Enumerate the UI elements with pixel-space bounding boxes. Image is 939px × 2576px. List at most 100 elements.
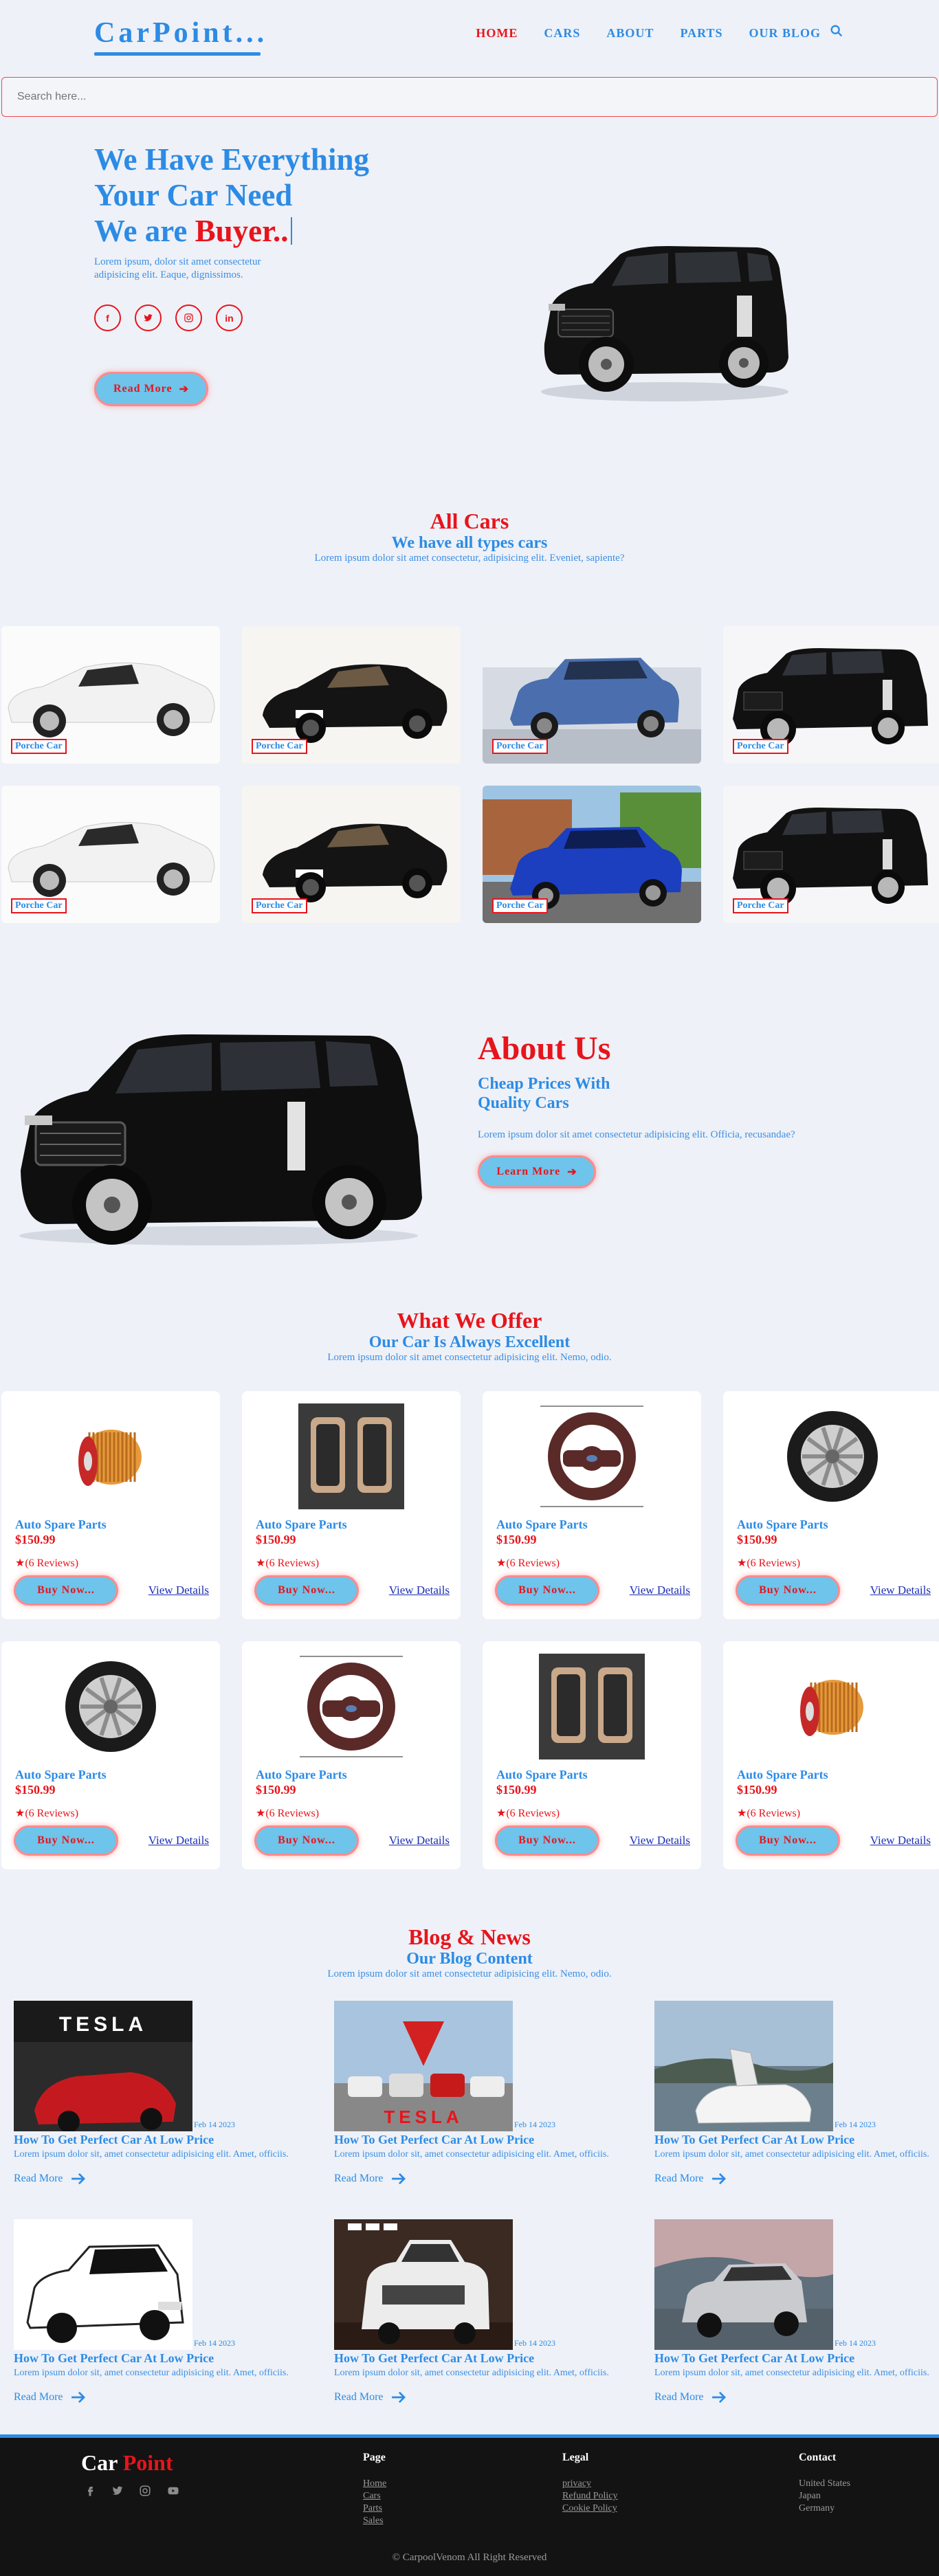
view-details-link[interactable]: View Details [389, 1834, 450, 1847]
twitter-icon[interactable] [111, 2485, 124, 2497]
car-card[interactable]: Porche Car [723, 786, 939, 923]
buy-now-button[interactable]: Buy Now... [736, 1825, 840, 1856]
car-label[interactable]: Porche Car [11, 739, 67, 754]
car-card[interactable]: Porche Car [723, 626, 939, 764]
site-logo[interactable]: CarPoint... [94, 16, 267, 49]
nav-cars[interactable]: CARS [544, 26, 580, 41]
view-details-link[interactable]: View Details [870, 1834, 931, 1847]
nav-blog[interactable]: OUR BLOG [749, 26, 821, 41]
blog-card[interactable]: Feb 14 2023 How To Get Perfect Car At Low… [654, 2001, 939, 2185]
read-more-link[interactable]: Read More [334, 2173, 623, 2185]
instagram-icon[interactable] [139, 2485, 151, 2497]
car-label[interactable]: Porche Car [733, 898, 788, 913]
blog-post-title[interactable]: How To Get Perfect Car At Low Price [654, 2351, 939, 2366]
footer-link-cars[interactable]: Cars [363, 2490, 386, 2502]
car-label[interactable]: Porche Car [492, 739, 548, 754]
car-card[interactable]: Porche Car [1, 786, 220, 923]
product-card[interactable]: Auto Spare Parts $150.99 ★(6 Reviews) Buy N… [723, 1391, 939, 1619]
blog-post-text: Lorem ipsum dolor sit, amet consectetur … [654, 2149, 929, 2159]
car-card[interactable]: Porche Car [242, 626, 461, 764]
blog-card[interactable]: TESLA Feb 14 2023 How To Get Perfect Car A… [14, 2001, 302, 2185]
read-more-label: Read More [14, 2173, 63, 2184]
product-card[interactable]: Auto Spare Parts $150.99 ★(6 Reviews) Buy N… [723, 1641, 939, 1869]
blog-image[interactable] [654, 2001, 833, 2131]
read-more-link[interactable]: Read More [334, 2391, 623, 2403]
blog-post-title[interactable]: How To Get Perfect Car At Low Price [14, 2351, 302, 2366]
footer-link-home[interactable]: Home [363, 2478, 386, 2490]
blog-image[interactable] [334, 2219, 513, 2350]
view-details-link[interactable]: View Details [389, 1584, 450, 1597]
footer-logo[interactable]: Car Point [81, 2450, 173, 2476]
product-card[interactable]: Auto Spare Parts $150.99 ★(6 Reviews) Buy N… [242, 1641, 461, 1869]
youtube-icon[interactable] [166, 2485, 180, 2497]
facebook-icon[interactable]: f [94, 304, 121, 331]
read-more-link[interactable]: Read More [654, 2391, 939, 2403]
nav-home[interactable]: HOME [476, 26, 518, 41]
buy-now-button[interactable]: Buy Now... [254, 1825, 359, 1856]
buy-now-button[interactable]: Buy Now... [495, 1575, 599, 1606]
blog-image[interactable] [654, 2219, 833, 2350]
footer-link-sales[interactable]: Sales [363, 2515, 386, 2527]
blog-image-wrap: TESLA Feb 14 2023 [14, 2001, 302, 2131]
product-name: Auto Spare Parts [15, 1518, 107, 1531]
nav-parts[interactable]: PARTS [680, 26, 722, 41]
blog-image[interactable] [14, 2219, 192, 2350]
learn-more-button[interactable]: Learn More ➔ [478, 1155, 596, 1188]
footer-link-cookie[interactable]: Cookie Policy [562, 2502, 618, 2515]
blog-post-title[interactable]: How To Get Perfect Car At Low Price [334, 2133, 623, 2147]
linkedin-icon[interactable]: in [216, 304, 243, 331]
product-card[interactable]: Auto Spare Parts $150.99 ★(6 Reviews) Buy N… [1, 1391, 220, 1619]
view-details-link[interactable]: View Details [148, 1584, 209, 1597]
buy-now-button[interactable]: Buy Now... [14, 1575, 118, 1606]
blog-image[interactable]: TESLA [334, 2001, 513, 2131]
blog-card[interactable]: Feb 14 2023 How To Get Perfect Car At Low… [14, 2219, 302, 2403]
offer-subtitle: Our Car Is Always Excellent [368, 1333, 571, 1351]
car-card[interactable]: Porche Car [1, 626, 220, 764]
buy-now-button[interactable]: Buy Now... [254, 1575, 359, 1606]
car-label[interactable]: Porche Car [252, 898, 307, 913]
blog-post-title[interactable]: How To Get Perfect Car At Low Price [14, 2133, 302, 2147]
blog-image[interactable]: TESLA [14, 2001, 192, 2131]
footer-link-privacy[interactable]: privacy [562, 2478, 618, 2490]
read-more-label: Read More [654, 2391, 704, 2403]
product-card[interactable]: Auto Spare Parts $150.99 ★(6 Reviews) Buy N… [483, 1391, 701, 1619]
blog-card[interactable]: TESLA Feb 14 2023 How To Get Perfect Car A… [334, 2001, 623, 2185]
buy-now-button[interactable]: Buy Now... [14, 1825, 118, 1856]
product-price: $150.99 [496, 1783, 537, 1797]
twitter-icon[interactable] [135, 304, 162, 331]
car-label[interactable]: Porche Car [733, 739, 788, 754]
footer-link-parts[interactable]: Parts [363, 2502, 386, 2515]
read-more-link[interactable]: Read More [14, 2391, 302, 2403]
footer-link-refund[interactable]: Refund Policy [562, 2490, 618, 2502]
footer-page-column: Page Home Cars Parts Sales [363, 2452, 386, 2527]
buy-now-button[interactable]: Buy Now... [736, 1575, 840, 1606]
view-details-link[interactable]: View Details [870, 1584, 931, 1597]
car-label[interactable]: Porche Car [252, 739, 307, 754]
facebook-icon[interactable] [84, 2485, 96, 2497]
product-card[interactable]: Auto Spare Parts $150.99 ★(6 Reviews) Buy N… [1, 1641, 220, 1869]
blog-card[interactable]: Feb 14 2023 How To Get Perfect Car At Low… [334, 2219, 623, 2403]
view-details-link[interactable]: View Details [630, 1834, 690, 1847]
review-count: (6 Reviews) [747, 1808, 801, 1819]
car-label[interactable]: Porche Car [11, 898, 67, 913]
read-more-link[interactable]: Read More [14, 2173, 302, 2185]
product-price: $150.99 [15, 1533, 56, 1546]
blog-card[interactable]: Feb 14 2023 How To Get Perfect Car At Low… [654, 2219, 939, 2403]
car-card[interactable]: Porche Car [242, 786, 461, 923]
search-icon[interactable] [829, 23, 844, 38]
view-details-link[interactable]: View Details [630, 1584, 690, 1597]
product-card[interactable]: Auto Spare Parts $150.99 ★(6 Reviews) Buy N… [242, 1391, 461, 1619]
car-card[interactable]: Porche Car [483, 786, 701, 923]
read-more-button[interactable]: Read More ➔ [94, 372, 208, 406]
nav-about[interactable]: ABOUT [606, 26, 654, 41]
read-more-link[interactable]: Read More [654, 2173, 939, 2185]
car-card[interactable]: Porche Car [483, 626, 701, 764]
instagram-icon[interactable] [175, 304, 202, 331]
car-label[interactable]: Porche Car [492, 898, 548, 913]
product-card[interactable]: Auto Spare Parts $150.99 ★(6 Reviews) Buy N… [483, 1641, 701, 1869]
car-seat-icon [539, 1654, 645, 1759]
view-details-link[interactable]: View Details [148, 1834, 209, 1847]
blog-post-title[interactable]: How To Get Perfect Car At Low Price [654, 2133, 939, 2147]
blog-post-title[interactable]: How To Get Perfect Car At Low Price [334, 2351, 623, 2366]
buy-now-button[interactable]: Buy Now... [495, 1825, 599, 1856]
